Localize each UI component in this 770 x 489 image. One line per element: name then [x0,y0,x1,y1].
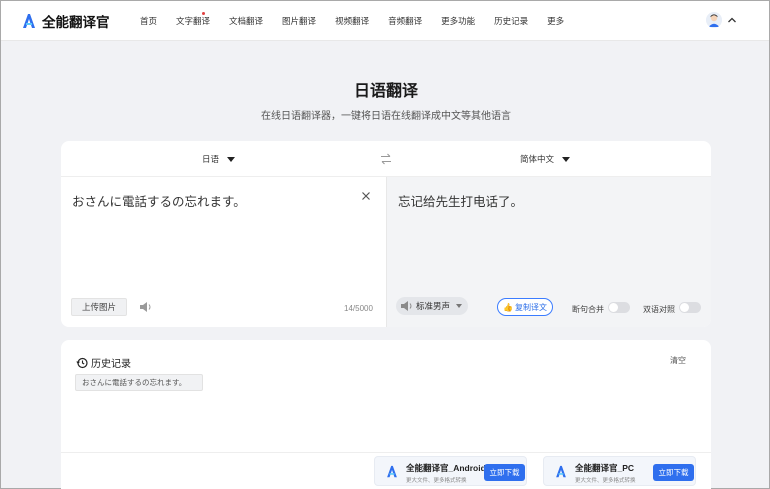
close-icon[interactable] [361,191,371,201]
translator-card: 日语 简体中文 おさんに電話するの忘れます。 上传图片 14/5000 忘记给先… [61,141,711,327]
avatar [706,12,722,28]
pc-app-name: 全能翻译官_PC [575,463,635,473]
voice-label: 标准男声 [416,301,451,311]
nav-image-translate[interactable]: 图片翻译 [282,15,316,27]
source-language-label: 日语 [202,154,220,164]
app-name: 全能翻译官 [42,15,110,30]
caret-down-icon [562,156,571,162]
pc-app-desc: 更大文件、更多格式转换 [575,478,636,484]
history-title: 历史记录 [91,359,131,370]
clear-history-button[interactable]: 清空 [670,355,686,366]
translated-text: 忘记给先生打电话了。 [398,195,524,209]
bilingual-compare-label: 双语对照 [643,305,675,314]
logo-icon [23,14,35,28]
thumbs-up-icon: 👍 [503,302,513,312]
page-subtitle: 在线日语翻译器，一键将日语在线翻译成中文等其他语言 [261,111,511,122]
target-language-label: 简体中文 [520,154,555,164]
logo[interactable]: 全能翻译官 [22,11,110,31]
nav-history[interactable]: 历史记录 [494,15,528,27]
voice-select[interactable]: 标准男声 [396,296,469,316]
nav-doc-translate[interactable]: 文档翻译 [229,15,263,27]
nav-more-features[interactable]: 更多功能 [441,15,475,27]
source-text-input[interactable]: おさんに電話するの忘れます。 [72,191,246,210]
android-download-button[interactable]: 立即下载 [484,464,525,481]
nav-home[interactable]: 首页 [140,15,157,27]
chevron-up-icon [728,17,736,23]
history-header: 历史记录 [76,355,131,370]
copy-translation-button[interactable]: 👍 复制译文 [497,298,553,316]
bilingual-compare-toggle[interactable] [679,302,701,313]
logo-icon [556,465,566,478]
speaker-icon[interactable] [139,301,153,313]
source-language-select[interactable]: 日语 [202,153,236,165]
source-panel: おさんに電話するの忘れます。 上传图片 14/5000 [61,177,386,327]
pc-download-card: 全能翻译官_PC 更大文件、更多格式转换 立即下载 [543,456,696,486]
nav-video-translate[interactable]: 视频翻译 [335,15,369,27]
pc-download-button[interactable]: 立即下载 [653,464,694,481]
top-header: 全能翻译官 首页 文字翻译 文档翻译 图片翻译 视频翻译 音频翻译 更多功能 历… [1,1,769,41]
voice-selector[interactable]: 标准男声 [396,297,469,315]
user-menu[interactable] [706,12,737,28]
target-language-select[interactable]: 简体中文 [520,153,571,165]
merge-sentences-toggle[interactable] [608,302,630,313]
merge-sentences-label: 断句合并 [572,305,604,314]
history-item[interactable]: おさんに電話するの忘れます。 [75,374,203,391]
speaker-icon[interactable] [400,300,414,312]
main-nav: 首页 文字翻译 文档翻译 图片翻译 视频翻译 音频翻译 更多功能 历史记录 更多 [140,12,583,27]
character-count: 14/5000 [344,304,373,313]
page-title: 日语翻译 [353,83,418,100]
logo-icon [387,465,397,478]
divider [61,452,711,453]
language-bar: 日语 简体中文 [61,141,711,177]
android-app-desc: 更大文件、更多格式转换 [406,478,467,484]
nav-more[interactable]: 更多 [547,15,564,27]
caret-down-icon [456,304,463,308]
android-download-card: 全能翻译官_Android 更大文件、更多格式转换 立即下载 [374,456,527,486]
copy-label: 复制译文 [514,302,547,312]
caret-down-icon [227,156,236,162]
swap-languages-icon[interactable] [380,153,392,165]
history-icon [76,357,88,368]
upload-image-button[interactable]: 上传图片 [71,298,127,316]
nav-text-translate[interactable]: 文字翻译 [176,12,210,27]
android-app-name: 全能翻译官_Android [406,463,486,473]
target-panel: 忘记给先生打电话了。 标准男声 👍 复制译文 断句合并 双语对照 [386,177,711,327]
nav-audio-translate[interactable]: 音频翻译 [388,15,422,27]
